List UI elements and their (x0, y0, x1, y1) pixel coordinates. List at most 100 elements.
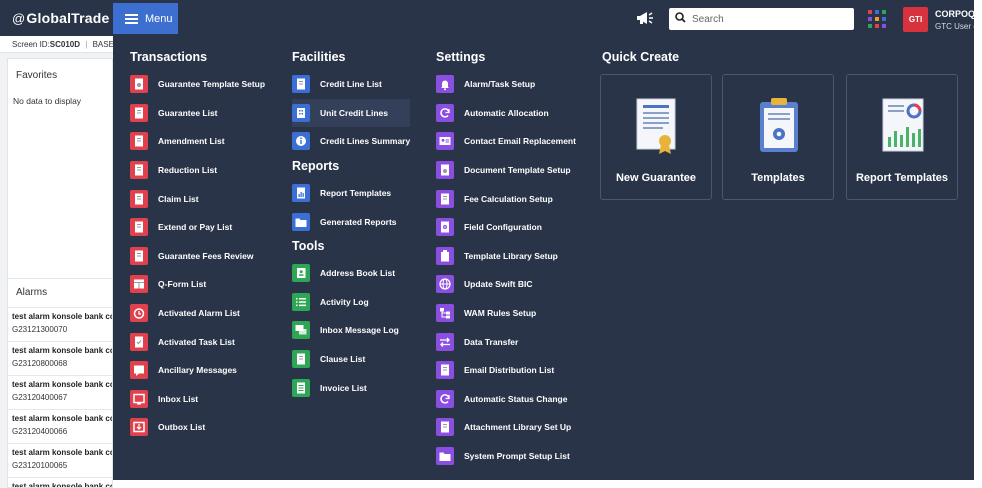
user-name[interactable]: CORPOQ (935, 9, 974, 19)
table-icon (130, 275, 148, 294)
megaphone-icon[interactable] (635, 10, 655, 29)
menu-item-inbox-list[interactable]: Inbox List (130, 385, 265, 414)
settings-column: Settings Alarm/Task Setup Automatic Alloc… (436, 50, 576, 470)
menu-item-label: Extend or Pay List (158, 222, 233, 233)
menu-item-activity-log[interactable]: Activity Log (292, 288, 410, 317)
document-list-icon (130, 189, 148, 208)
menu-item-field-configuration[interactable]: Field Configuration (436, 213, 576, 242)
report-chart-icon (882, 98, 924, 152)
left-panel: Screen ID:SC010D | BASE > M Favorites No… (0, 36, 113, 488)
menu-item-label: Inbox Message Log (320, 325, 399, 336)
menu-item-label: Attachment Library Set Up (464, 422, 572, 433)
alarm-list-item[interactable]: test alarm konsole bank cor G23120400066 (8, 409, 113, 443)
menu-item-label: Field Configuration (464, 222, 542, 233)
menu-item-guarantee-list[interactable]: Guarantee List (130, 99, 265, 128)
contact-card-icon (436, 132, 454, 151)
menu-item-unit-credit-lines[interactable]: Unit Credit Lines (292, 98, 411, 128)
menu-item-label: Unit Credit Lines (320, 107, 389, 118)
menu-item-invoice-list[interactable]: Invoice List (292, 373, 410, 402)
chat-icon (292, 321, 310, 340)
settings-heading: Settings (436, 50, 486, 64)
menu-item-generated-reports[interactable]: Generated Reports (292, 207, 410, 236)
alarm-list-item[interactable]: test alarm konsole bank cor (8, 477, 112, 487)
menu-item-label: Outbox List (158, 422, 206, 433)
menu-item-extend-or-pay-list[interactable]: Extend or Pay List (130, 213, 265, 242)
menu-item-activated-alarm-list[interactable]: Activated Alarm List (130, 299, 265, 328)
menu-item-label: Fee Calculation Setup (464, 193, 553, 204)
screen-id-bar: Screen ID:SC010D | BASE > M (0, 36, 113, 53)
menu-item-report-templates[interactable]: Report Templates (292, 179, 410, 208)
menu-item-automatic-status-change[interactable]: Automatic Status Change (436, 385, 576, 414)
search-box[interactable] (669, 8, 854, 30)
menu-item-template-library-setup[interactable]: Template Library Setup (436, 242, 576, 271)
document-list-icon (130, 218, 148, 237)
menu-item-label: System Prompt Setup List (464, 451, 570, 462)
menu-item-guarantee-template-setup[interactable]: Guarantee Template Setup (130, 70, 265, 99)
building-icon (292, 103, 310, 122)
alarm-list-item[interactable]: test alarm konsole bank cor G23120400067 (8, 375, 112, 409)
menu-item-wam-rules-setup[interactable]: WAM Rules Setup (436, 299, 576, 328)
menu-item-label: Template Library Setup (464, 250, 558, 261)
menu-item-label: WAM Rules Setup (464, 308, 537, 319)
menu-item-label: Data Transfer (464, 336, 519, 347)
menu-item-amendment-list[interactable]: Amendment List (130, 127, 265, 156)
menu-item-email-distribution-list[interactable]: Email Distribution List (436, 356, 576, 385)
search-input[interactable] (692, 13, 842, 25)
menu-item-guarantee-fees-review[interactable]: Guarantee Fees Review (130, 242, 265, 271)
menu-item-reduction-list[interactable]: Reduction List (130, 156, 265, 185)
menu-item-data-transfer[interactable]: Data Transfer (436, 327, 576, 356)
alarm-list-item[interactable]: test alarm konsole bank cor G23120100065 (8, 443, 112, 477)
document-list-icon (292, 350, 310, 369)
favorites-empty-text: No data to display (13, 96, 82, 106)
user-role: GTC User ( (935, 22, 974, 31)
menu-item-label: Guarantee List (158, 107, 218, 118)
menu-item-label: Activated Task List (158, 336, 235, 347)
menu-item-label: Automatic Allocation (464, 107, 549, 118)
menu-item-inbox-message-log[interactable]: Inbox Message Log (292, 316, 410, 345)
menu-item-attachment-library-set-up[interactable]: Attachment Library Set Up (436, 413, 576, 442)
refresh-icon (436, 103, 454, 122)
menu-item-system-prompt-setup-list[interactable]: System Prompt Setup List (436, 442, 576, 471)
apps-grid-icon[interactable] (868, 10, 886, 28)
template-doc-icon (436, 161, 454, 180)
alarm-list-item[interactable]: test alarm konsole bank cor G23120800068 (8, 341, 112, 375)
menu-item-automatic-allocation[interactable]: Automatic Allocation (436, 99, 576, 128)
menu-item-outbox-list[interactable]: Outbox List (130, 413, 265, 442)
menu-item-clause-list[interactable]: Clause List (292, 345, 410, 374)
inbox-icon (130, 389, 148, 408)
breadcrumb[interactable]: BASE > M (93, 40, 113, 49)
top-bar: @GlobalTrade Menu GTI CORPOQ GTC User ( (0, 0, 974, 36)
menu-item-update-swift-bic[interactable]: Update Swift BIC (436, 270, 576, 299)
menu-item-label: Contact Email Replacement (464, 136, 576, 147)
app-logo[interactable]: @GlobalTrade (12, 10, 110, 26)
alarm-clock-icon (130, 304, 148, 323)
menu-item-document-template-setup[interactable]: Document Template Setup (436, 156, 576, 185)
menu-item-label: Inbox List (158, 393, 199, 404)
menu-item-ancillary-messages[interactable]: Ancillary Messages (130, 356, 265, 385)
quick-create-heading: Quick Create (602, 50, 680, 64)
menu-item-fee-calculation-setup[interactable]: Fee Calculation Setup (436, 184, 576, 213)
menu-item-q-form-list[interactable]: Q-Form List (130, 270, 265, 299)
menu-item-credit-lines-summary[interactable]: Credit Lines Summary (292, 127, 410, 156)
menu-item-label: Guarantee Fees Review (158, 250, 254, 261)
quick-create-label: New Guarantee (615, 172, 697, 184)
favorites-panel: Favorites No data to display (7, 58, 113, 306)
menu-item-address-book-list[interactable]: Address Book List (292, 259, 410, 288)
alarm-title: test alarm konsole bank cor (12, 414, 113, 423)
menu-button[interactable]: Menu (113, 3, 178, 34)
menu-item-activated-task-list[interactable]: Activated Task List (130, 327, 265, 356)
menu-item-contact-email-replacement[interactable]: Contact Email Replacement (436, 127, 576, 156)
alarms-title: Alarms (16, 287, 48, 298)
menu-item-label: Address Book List (320, 268, 396, 279)
menu-item-credit-line-list[interactable]: Credit Line List (292, 70, 410, 99)
menu-item-label: Email Distribution List (464, 365, 555, 376)
user-avatar[interactable]: GTI (903, 7, 928, 32)
document-list-icon (436, 361, 454, 380)
quick-create-new-guarantee[interactable]: New Guarantee (600, 74, 712, 200)
alarm-list-item[interactable]: test alarm konsole bank cor G23121300070 (8, 307, 112, 341)
menu-item-claim-list[interactable]: Claim List (130, 184, 265, 213)
quick-create-report-templates[interactable]: Report Templates (846, 74, 958, 200)
menu-item-alarm-task-setup[interactable]: Alarm/Task Setup (436, 70, 576, 99)
quick-create-templates[interactable]: Templates (722, 74, 834, 200)
quick-create-column: Quick Create (602, 50, 679, 70)
